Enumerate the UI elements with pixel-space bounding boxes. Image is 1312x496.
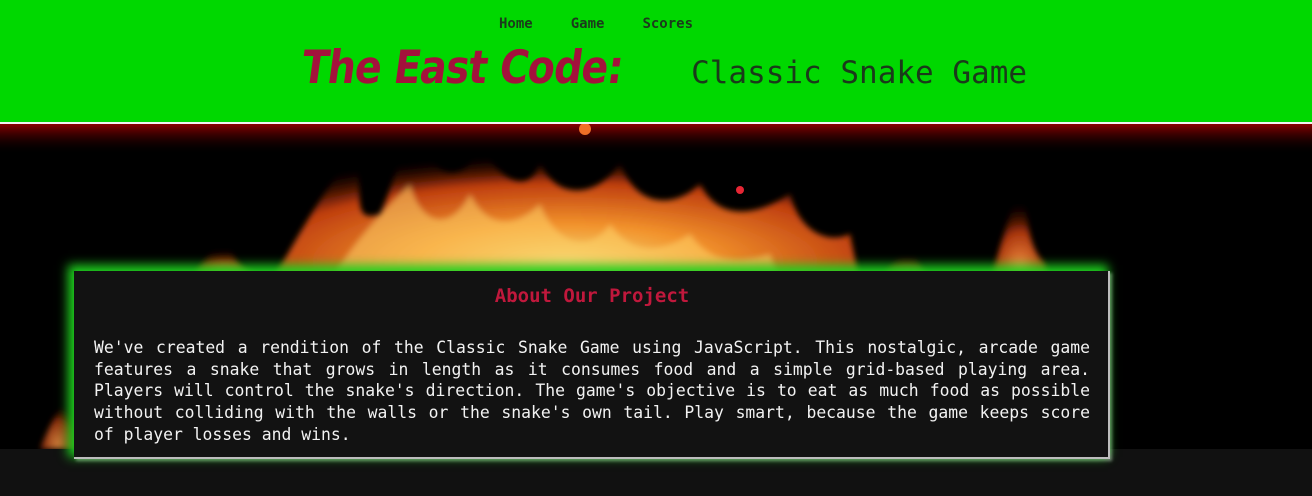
brand-logo-text: The East Code: <box>298 40 627 94</box>
site-header: Home Game Scores The East Code: Classic … <box>0 0 1312 124</box>
nav-scores-link[interactable]: Scores <box>642 16 693 32</box>
nav-game-link[interactable]: Game <box>571 16 605 32</box>
main-nav: Home Game Scores <box>499 16 693 32</box>
about-description: We've created a rendition of the Classic… <box>94 338 1090 444</box>
page-title: The East Code: Classic Snake Game <box>298 40 1028 94</box>
about-title: About Our Project <box>494 285 690 307</box>
page-subtitle: Classic Snake Game <box>691 55 1028 91</box>
nav-home-link[interactable]: Home <box>499 16 533 32</box>
about-project-card: About Our Project We've created a rendit… <box>74 271 1110 459</box>
